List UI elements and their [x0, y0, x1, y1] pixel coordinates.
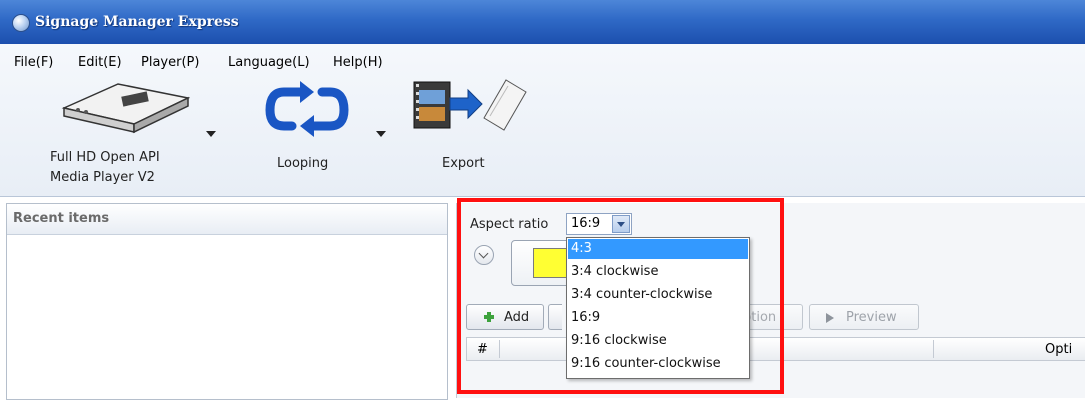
grid-header: # Opti — [466, 337, 1085, 361]
menu-edit[interactable]: Edit(E) — [78, 55, 122, 70]
column-divider[interactable] — [499, 340, 500, 358]
aspect-option-3-4-clockwise[interactable]: 3:4 clockwise — [568, 262, 748, 282]
menu-file[interactable]: File(F) — [14, 55, 53, 70]
looping-dropdown-arrow-icon[interactable] — [376, 131, 386, 137]
looping-label: Looping — [277, 156, 329, 171]
aspect-option-9-16-counter-clockwise[interactable]: 9:16 counter-clockwise — [568, 354, 748, 374]
export-label: Export — [442, 156, 485, 171]
export-tool-button[interactable]: Export — [410, 70, 530, 180]
player-label-line2: Media Player V2 — [50, 170, 155, 185]
column-header-number[interactable]: # — [477, 342, 488, 357]
aspect-option-3-4-counter-clockwise[interactable]: 3:4 counter-clockwise — [568, 285, 748, 305]
looping-tool-button[interactable]: Looping — [262, 80, 362, 180]
content-panel — [456, 203, 1085, 398]
media-player-icon — [61, 83, 190, 134]
aspect-option-16-9[interactable]: 16:9 — [568, 308, 748, 328]
looping-icon — [265, 81, 349, 137]
title-bar: Signage Manager Express — [0, 0, 1085, 44]
app-icon — [12, 14, 30, 32]
add-button[interactable]: Add — [466, 304, 544, 330]
aspect-ratio-label: Aspect ratio — [470, 217, 549, 232]
recent-items-panel: Recent items — [6, 203, 448, 400]
top-toolbar-area: File(F) Edit(E) Player(P) Language(L) He… — [0, 44, 1085, 197]
preview-button-label: Preview — [846, 310, 897, 325]
aspect-ratio-select[interactable]: 16:9 — [566, 213, 632, 235]
add-button-label: Add — [504, 310, 530, 325]
play-icon — [826, 313, 834, 323]
menu-language[interactable]: Language(L) — [228, 55, 310, 70]
hidden-toolbar-button[interactable] — [548, 304, 562, 330]
player-label-line1: Full HD Open API — [50, 150, 160, 165]
column-divider[interactable] — [933, 340, 934, 358]
player-dropdown-arrow-icon[interactable] — [206, 131, 216, 137]
aspect-option-4-3[interactable]: 4:3 — [568, 239, 748, 259]
player-tool-button[interactable]: Full HD Open API Media Player V2 — [40, 80, 200, 190]
preview-button[interactable]: Preview — [809, 304, 919, 330]
aspect-ratio-dropdown-list: 4:3 3:4 clockwise 3:4 counter-clockwise … — [566, 237, 750, 379]
column-header-options[interactable]: Opti — [1045, 342, 1072, 357]
chevron-down-icon[interactable] — [612, 215, 630, 233]
expand-toggle-button[interactable] — [474, 245, 494, 265]
window-title: Signage Manager Express — [35, 14, 239, 30]
plus-icon — [484, 312, 494, 322]
chevron-down-icon — [478, 248, 489, 259]
recent-items-header: Recent items — [7, 204, 447, 235]
aspect-option-9-16-clockwise[interactable]: 9:16 clockwise — [568, 331, 748, 351]
export-icon — [413, 79, 527, 131]
menu-player[interactable]: Player(P) — [141, 55, 199, 70]
aspect-ratio-value: 16:9 — [571, 216, 601, 231]
menu-help[interactable]: Help(H) — [333, 55, 383, 70]
